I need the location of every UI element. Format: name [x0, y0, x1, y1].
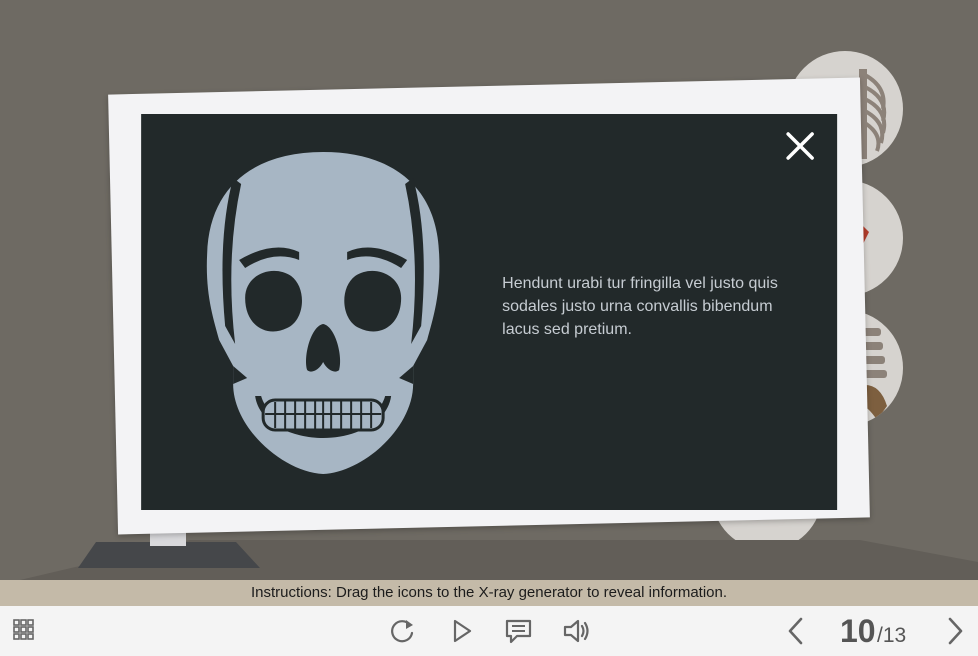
play-button[interactable] [446, 616, 478, 646]
replay-icon [391, 620, 414, 643]
xray-info-text: Hendunt urabi tur fringilla vel justo qu… [502, 274, 778, 338]
close-icon [786, 132, 814, 160]
close-button[interactable] [782, 128, 818, 164]
page-current-number: 10 [840, 613, 876, 649]
chevron-right-icon [948, 617, 963, 645]
instructions-bar: Instructions: Drag the icons to the X-ra… [0, 580, 978, 606]
xray-lightbox: Hendunt urabi tur fringilla vel justo qu… [108, 77, 870, 535]
previous-slide-button[interactable] [781, 616, 813, 646]
grid-icon [13, 619, 34, 640]
comment-icon [505, 619, 532, 644]
menu-button[interactable] [10, 616, 42, 646]
transcript-button[interactable] [503, 616, 535, 646]
next-slide-button[interactable] [940, 616, 972, 646]
xray-screen: Hendunt urabi tur fringilla vel justo qu… [141, 113, 838, 510]
speaker-icon [563, 619, 589, 643]
page-total-number: /13 [877, 624, 907, 647]
slide-stage: Hendunt urabi tur fringilla vel justo qu… [0, 0, 978, 580]
skull-icon [206, 151, 440, 474]
player-toolbar: 10 /13 [0, 606, 978, 656]
replay-button[interactable] [386, 616, 418, 646]
chevron-left-icon [788, 617, 803, 645]
audio-button[interactable] [561, 616, 593, 646]
play-icon [453, 619, 472, 643]
